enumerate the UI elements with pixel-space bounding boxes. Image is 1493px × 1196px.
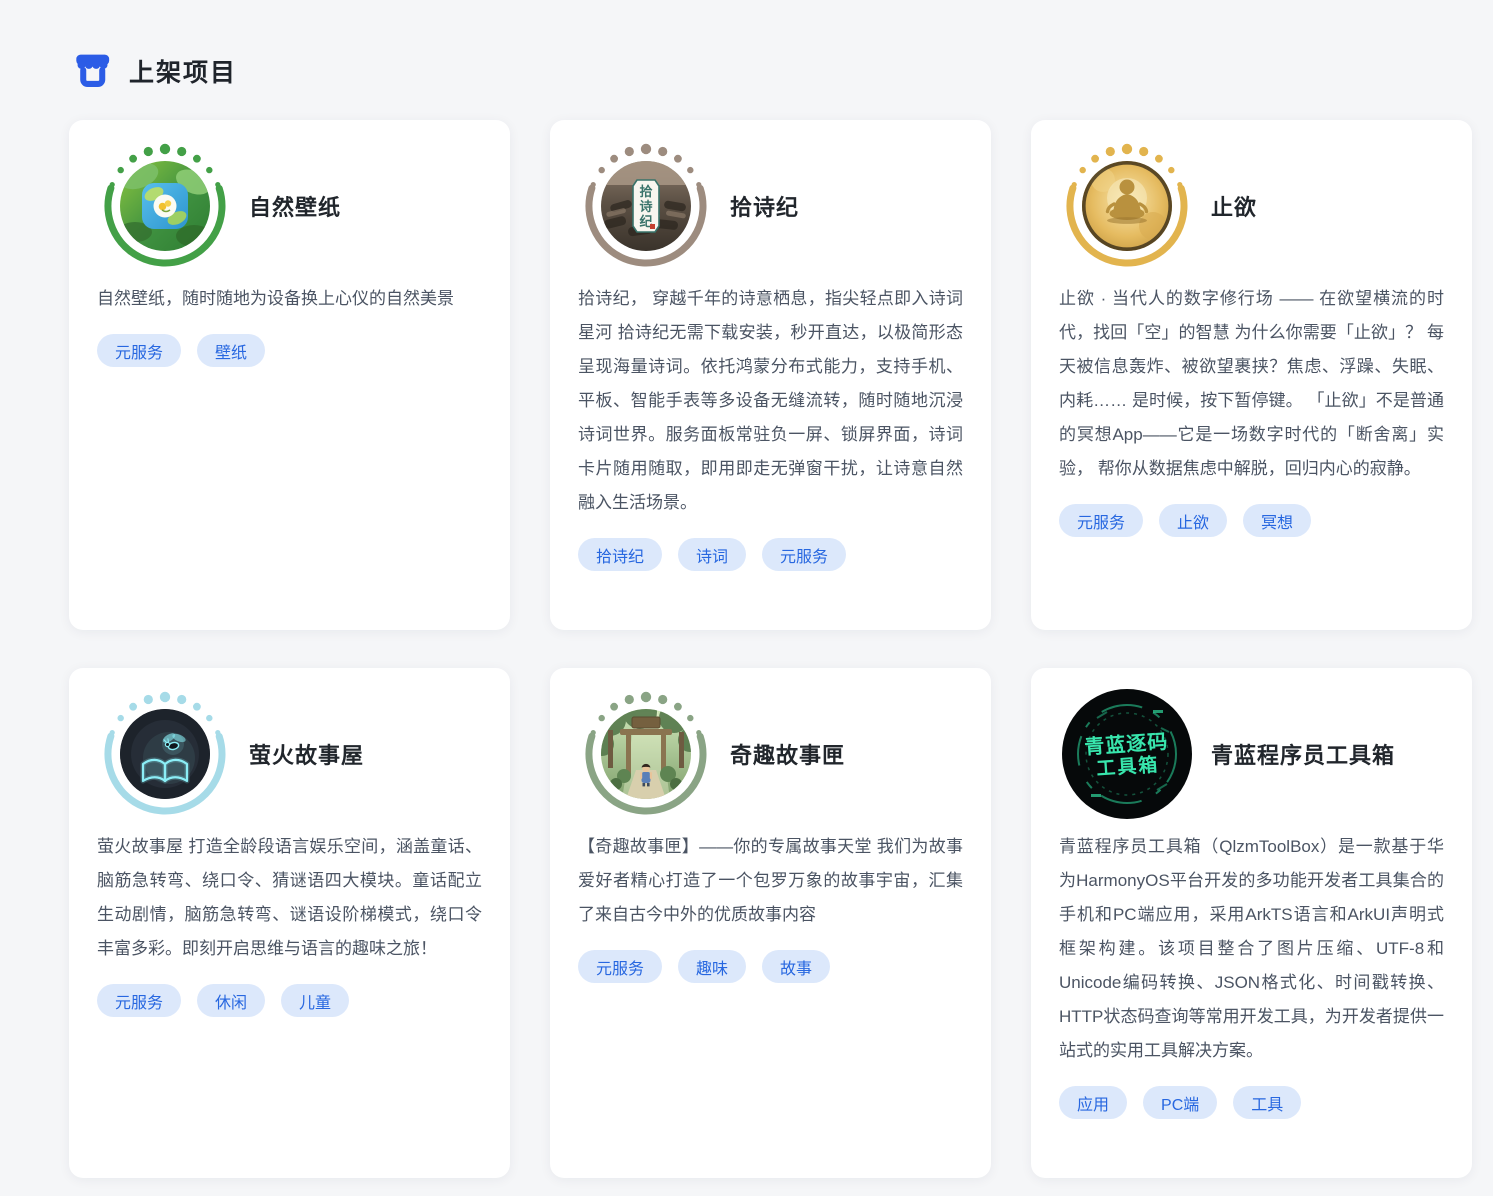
project-description: 青蓝程序员工具箱（QlzmToolBox）是一款基于华为HarmonyOS平台开… bbox=[1059, 837, 1444, 1060]
qinglan-toolbox-avatar: 青蓝逐码 工具箱 bbox=[1061, 688, 1193, 820]
project-description: 止欲 · 当代人的数字修行场 —— 在欲望横流的时代，找回「空」的智慧 为什么你… bbox=[1059, 289, 1444, 478]
nature-wallpaper-avatar bbox=[99, 140, 231, 272]
listed-projects-page: 上架项目 自然壁纸 自然壁纸，随时随地为设备换上心仪的自然美景 元服务 壁纸 拾… bbox=[0, 0, 1493, 1178]
tag: 儿童 bbox=[281, 984, 350, 1017]
project-card-nature-wallpaper[interactable]: 自然壁纸 自然壁纸，随时随地为设备换上心仪的自然美景 元服务 壁纸 bbox=[69, 120, 510, 630]
tag: 工具 bbox=[1233, 1086, 1302, 1119]
tag: 元服务 bbox=[762, 538, 847, 571]
tag: 故事 bbox=[762, 950, 831, 983]
project-description: 【奇趣故事匣】——你的专属故事天堂 我们为故事爱好者精心打造了一个包罗万象的故事… bbox=[578, 837, 963, 924]
project-title: 拾诗纪 bbox=[730, 195, 800, 220]
fun-story-box-avatar bbox=[580, 688, 712, 820]
zhiyu-avatar bbox=[1061, 140, 1193, 272]
svg-text:拾: 拾 bbox=[639, 184, 652, 199]
project-description: 萤火故事屋 打造全龄段语言娱乐空间，涵盖童话、脑筋急转弯、绕口令、猜谜语四大模块… bbox=[97, 837, 482, 958]
tag: 元服务 bbox=[97, 984, 182, 1017]
avatar-ring-icon bbox=[104, 143, 226, 267]
page-header: 上架项目 bbox=[72, 52, 1493, 90]
tag: 休闲 bbox=[197, 984, 266, 1017]
glowing-book-firefly-icon bbox=[120, 709, 210, 799]
avatar-ring-icon bbox=[1066, 143, 1188, 267]
meditation-figure-icon bbox=[1082, 161, 1172, 251]
project-card-firefly-story-house[interactable]: 萤火故事屋 萤火故事屋 打造全龄段语言娱乐空间，涵盖童话、脑筋急转弯、绕口令、猜… bbox=[69, 668, 510, 1178]
page-title: 上架项目 bbox=[129, 59, 238, 87]
tag: 冥想 bbox=[1243, 504, 1312, 537]
project-card-shishiji[interactable]: 拾 诗 纪 拾诗纪 拾诗纪， 穿越千年的诗意栖息，指尖轻点即入诗词星河 拾诗纪无… bbox=[550, 120, 991, 630]
tag: 壁纸 bbox=[197, 334, 266, 367]
tag: 元服务 bbox=[578, 950, 663, 983]
project-description: 拾诗纪， 穿越千年的诗意栖息，指尖轻点即入诗词星河 拾诗纪无需下载安装，秒开直达… bbox=[578, 289, 963, 512]
tag: 趣味 bbox=[678, 950, 747, 983]
tag: 拾诗纪 bbox=[578, 538, 663, 571]
tag: PC端 bbox=[1143, 1086, 1218, 1119]
storefront-icon bbox=[72, 52, 114, 90]
project-card-zhiyu[interactable]: 止欲 止欲 · 当代人的数字修行场 —— 在欲望横流的时代，找回「空」的智慧 为… bbox=[1031, 120, 1472, 630]
svg-text:诗: 诗 bbox=[639, 199, 652, 214]
tag: 应用 bbox=[1059, 1086, 1128, 1119]
woven-texture-photo-icon: 拾 诗 纪 bbox=[601, 161, 691, 251]
project-grid: 自然壁纸 自然壁纸，随时随地为设备换上心仪的自然美景 元服务 壁纸 拾 诗 纪 … bbox=[69, 120, 1493, 1178]
project-title: 奇趣故事匣 bbox=[730, 743, 846, 768]
tag: 元服务 bbox=[97, 334, 182, 367]
firefly-story-house-avatar bbox=[99, 688, 231, 820]
shishiji-avatar: 拾 诗 纪 bbox=[580, 140, 712, 272]
tag-list: 元服务 壁纸 bbox=[97, 334, 482, 367]
leaf-photo-icon bbox=[120, 161, 210, 251]
project-card-qinglan-toolbox[interactable]: 青蓝逐码 工具箱 青蓝程序员工具箱 青蓝程序员工具箱（QlzmToolBox）是… bbox=[1031, 668, 1472, 1178]
project-title: 青蓝程序员工具箱 bbox=[1211, 743, 1396, 768]
tag-list: 拾诗纪 诗词 元服务 bbox=[578, 538, 963, 571]
tag: 元服务 bbox=[1059, 504, 1144, 537]
avatar-ring-icon bbox=[585, 691, 707, 815]
avatar-ring-icon bbox=[104, 691, 226, 815]
tag-list: 元服务 休闲 儿童 bbox=[97, 984, 482, 1017]
forest-child-illustration-icon bbox=[601, 709, 691, 799]
project-title: 萤火故事屋 bbox=[249, 743, 365, 768]
project-description: 自然壁纸，随时随地为设备换上心仪的自然美景 bbox=[97, 289, 454, 308]
tag-list: 元服务 趣味 故事 bbox=[578, 950, 963, 983]
qinglan-toolbox-logo-icon: 青蓝逐码 工具箱 bbox=[1062, 689, 1192, 819]
project-card-fun-story-box[interactable]: 奇趣故事匣 【奇趣故事匣】——你的专属故事天堂 我们为故事爱好者精心打造了一个包… bbox=[550, 668, 991, 1178]
tag: 诗词 bbox=[678, 538, 747, 571]
tag: 止欲 bbox=[1159, 504, 1228, 537]
tag-list: 元服务 止欲 冥想 bbox=[1059, 504, 1444, 537]
project-title: 止欲 bbox=[1211, 195, 1258, 220]
avatar-ring-icon: 拾 诗 纪 bbox=[585, 143, 707, 267]
tag-list: 应用 PC端 工具 bbox=[1059, 1086, 1444, 1119]
project-title: 自然壁纸 bbox=[249, 195, 342, 220]
